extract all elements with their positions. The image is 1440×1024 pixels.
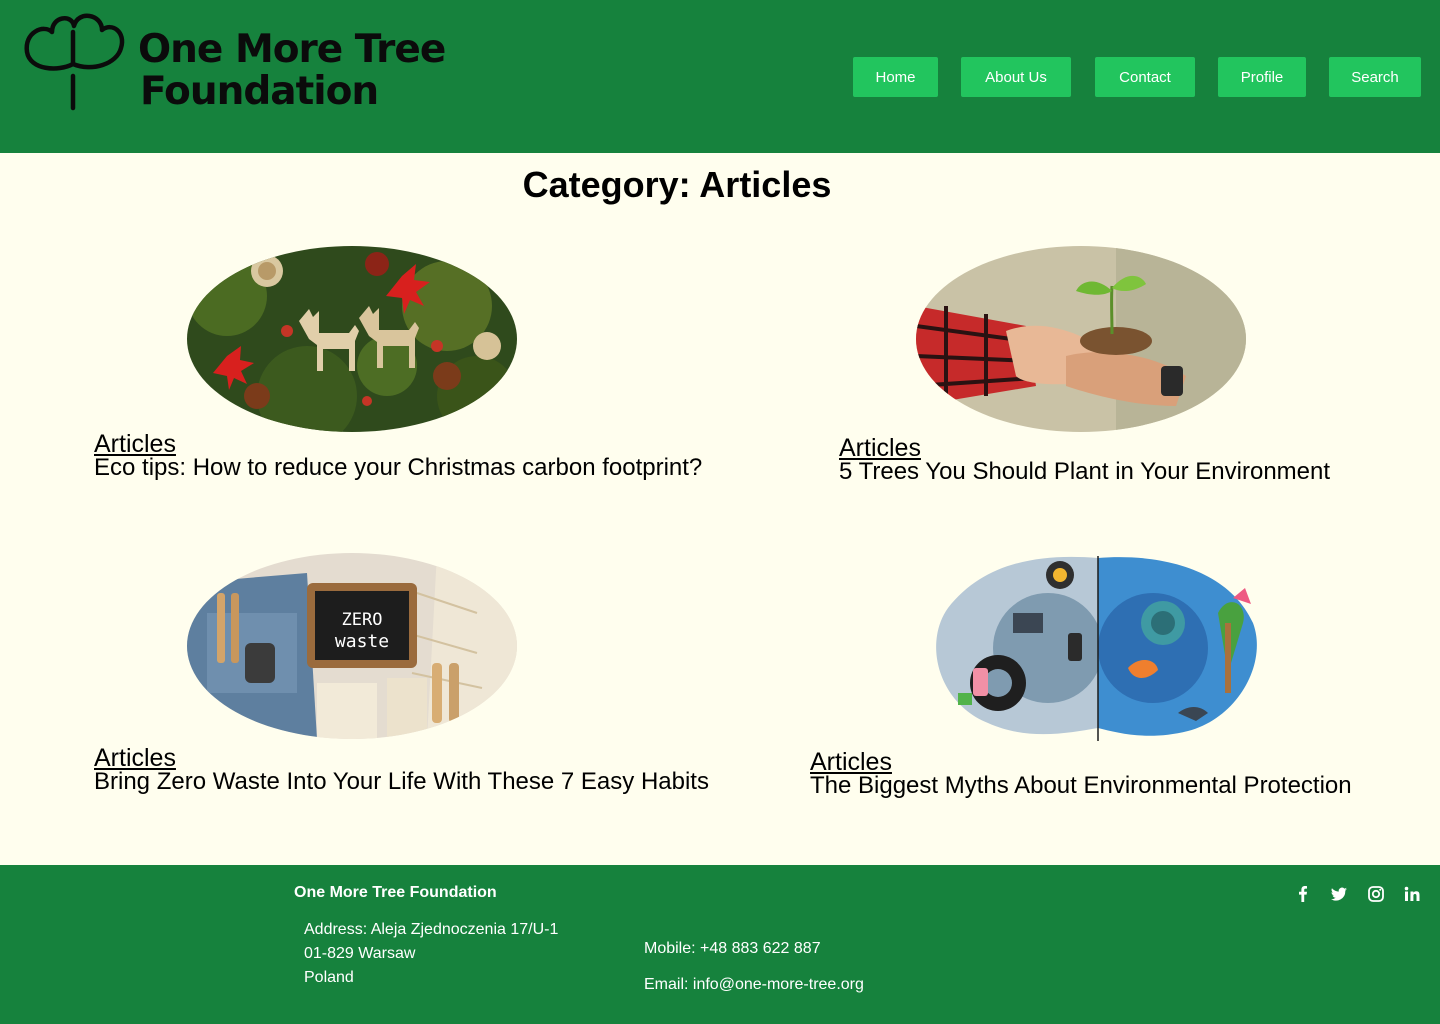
twitter-icon[interactable]	[1329, 884, 1349, 904]
article-title-link-4[interactable]: The Biggest Myths About Environmental Pr…	[810, 773, 1352, 799]
article-thumbnail-1[interactable]	[187, 246, 517, 432]
linkedin-icon[interactable]	[1402, 884, 1422, 904]
nav-profile-button[interactable]: Profile	[1218, 57, 1306, 97]
nav-contact-button[interactable]: Contact	[1095, 57, 1195, 97]
footer-mobile: Mobile: +48 883 622 887	[644, 940, 821, 957]
nav-home-button[interactable]: Home	[853, 57, 938, 97]
page-title: Category: Articles	[522, 164, 832, 205]
chalk-text-zero: ZERO	[342, 610, 383, 630]
brand-line-2: Foundation	[140, 69, 379, 114]
chalk-text-waste: waste	[335, 631, 389, 652]
facebook-icon[interactable]	[1293, 884, 1313, 904]
instagram-icon[interactable]	[1366, 884, 1386, 904]
footer-email[interactable]: Email: info@one-more-tree.org	[644, 976, 864, 994]
footer-address-line-1: Address: Aleja Zjednoczenia 17/U-1	[304, 921, 559, 938]
brand-name[interactable]: One More Tree Foundation	[138, 27, 446, 114]
nav-about-button[interactable]: About Us	[961, 57, 1071, 97]
site-footer: One More Tree Foundation Address: Aleja …	[0, 865, 1440, 1024]
polluted-vs-clean-planet-image	[936, 556, 1257, 741]
zero-waste-chalkboard-image: ZERO waste	[187, 553, 517, 739]
footer-address-line-2: 01-829 Warsaw	[304, 945, 416, 962]
footer-org-name: One More Tree Foundation	[294, 884, 497, 901]
article-thumbnail-2[interactable]	[916, 246, 1246, 432]
tree-logo-icon[interactable]	[22, 12, 126, 112]
nav-search-button[interactable]: Search	[1329, 57, 1421, 97]
article-title-link-3[interactable]: Bring Zero Waste Into Your Life With The…	[94, 769, 709, 795]
site-header: One More Tree Foundation Home About Us C…	[0, 0, 1440, 153]
christmas-reindeer-moss-image	[187, 246, 517, 432]
article-title-link-2[interactable]: 5 Trees You Should Plant in Your Environ…	[839, 459, 1330, 485]
article-title-link-1[interactable]: Eco tips: How to reduce your Christmas c…	[94, 455, 702, 481]
brand-line-1: One More Tree	[138, 27, 446, 72]
footer-address-line-3: Poland	[304, 969, 354, 986]
footer-address: Address: Aleja Zjednoczenia 17/U-1 01-82…	[304, 918, 558, 990]
article-thumbnail-3[interactable]: ZERO waste	[187, 553, 517, 739]
article-thumbnail-4[interactable]	[928, 553, 1263, 743]
hands-holding-seedling-image	[916, 246, 1246, 432]
